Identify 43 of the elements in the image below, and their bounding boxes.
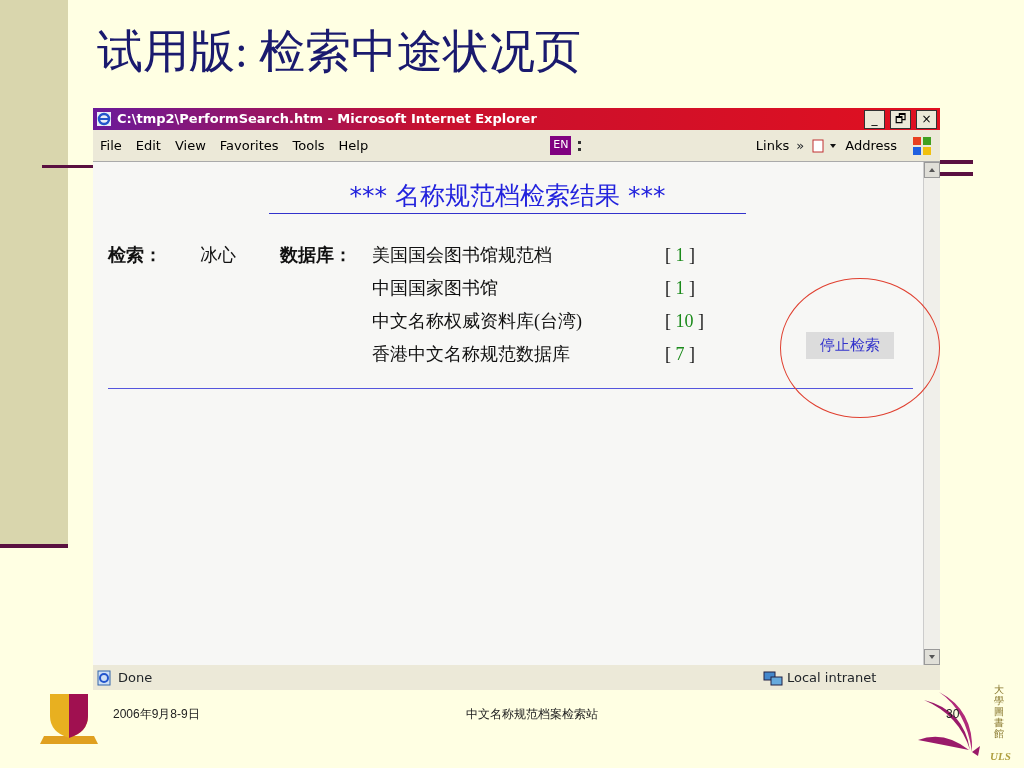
window-title: C:\tmp2\PerformSearch.htm - Microsoft Internet Explorer [117,110,538,129]
menu-item[interactable]: Tools [285,135,332,156]
links-button[interactable]: Links [748,135,797,156]
language-indicator[interactable]: EN [550,136,572,155]
database-name: 香港中文名称规范数据库 [372,342,571,366]
logo-vertical-text: 大學圖書館 [994,684,1004,739]
result-count: [ 10 ] [665,309,705,333]
database-name: 美国国会图书馆规范档 [372,243,553,267]
close-button[interactable]: × [916,109,937,129]
menu-item[interactable]: Edit [128,135,168,156]
scrollbar[interactable] [923,162,940,665]
document-icon[interactable] [812,137,839,154]
menu-item[interactable]: Help [331,135,376,156]
minimize-button[interactable]: _ [864,109,885,129]
scroll-up-icon[interactable] [924,162,940,178]
zone-text: Local intranet [787,668,878,687]
result-count: [ 1 ] [665,243,696,267]
handle-icon [577,139,584,152]
database-name: 中文名称权威资料库(台湾) [372,309,583,333]
menu-item[interactable]: Favorites [212,135,286,156]
menu-item[interactable]: File [93,135,129,156]
stop-search-button[interactable]: 停止检索 [806,332,894,359]
address-label[interactable]: Address [838,135,904,156]
scroll-down-icon[interactable] [924,649,940,665]
footer-title: 中文名称规范档案检索站 [466,706,598,723]
result-count: [ 1 ] [665,276,696,300]
restore-button[interactable]: 🗗 [890,109,911,129]
chevron-icon[interactable]: » [796,135,805,156]
database-name: 中国国家图书馆 [372,276,499,300]
slide-title: 试用版: 检索中途状况页 [97,25,582,79]
result-count: [ 7 ] [665,342,696,366]
query-label: 检索： [108,243,163,267]
status-text: Done [118,668,154,687]
page-icon [96,669,114,686]
footer-date: 2006年9月8-9日 [113,706,200,723]
logo-abbreviation: ULS [990,749,1011,764]
windows-flag-icon [910,134,934,157]
menu-item[interactable]: View [167,135,213,156]
browser-icon [96,111,112,127]
network-icon [763,669,783,686]
database-label: 数据库： [280,243,353,267]
query-value: 冰心 [200,243,237,267]
results-heading: *** 名称规范档检索结果 *** [269,180,746,214]
